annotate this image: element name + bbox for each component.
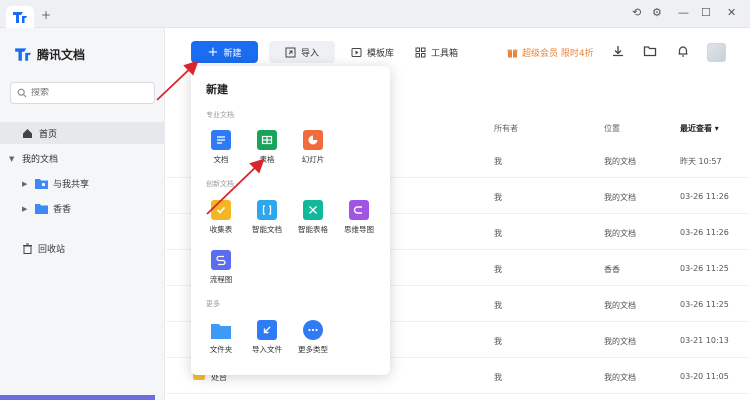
smart-doc-icon [257,200,277,220]
sidebar: 腾讯文档 首页 ▼ 我的文档 ▶ 与我共享 ▶ 香香 [0,28,165,400]
sidebar-item-trash[interactable]: 回收站 [22,242,65,255]
gift-icon [507,49,518,58]
maximize-icon[interactable]: ☐ [701,6,711,19]
section-more: 更多 [206,300,220,308]
templates-button[interactable]: 模板库 [351,46,394,59]
tencent-docs-logo-icon [13,12,27,23]
sidebar-bottom-bar [0,395,155,400]
shared-folder-icon [35,179,48,189]
title-bar: + ⟲ ⚙ — ☐ ✕ [0,0,750,28]
folder-icon [211,320,231,340]
section-pro-docs: 专业文档 [206,111,234,119]
new-smart-doc-item[interactable]: 智能文档 [244,200,290,235]
smart-sheet-icon [303,200,323,220]
avatar[interactable] [707,43,726,62]
trash-icon [23,243,32,254]
vip-promo[interactable]: 超级会员 限时4折 [507,46,594,59]
new-tab-icon[interactable]: + [41,8,51,22]
form-check-icon [211,200,231,220]
column-recent[interactable]: 最近查看 ▾ [680,123,719,134]
search-box[interactable] [10,82,155,104]
sidebar-item-folder[interactable]: ▶ 香香 [22,202,71,215]
import-file-item[interactable]: 导入文件 [244,320,290,355]
sidebar-item-label: 回收站 [38,245,66,255]
close-icon[interactable]: ✕ [727,6,736,19]
new-button[interactable]: + 新建 [191,41,258,63]
search-icon [17,88,27,98]
new-mindmap-item[interactable]: 思维导图 [336,200,382,235]
app-tab[interactable] [6,6,34,28]
column-owner[interactable]: 所有者 [494,123,518,134]
sidebar-item-home[interactable]: 首页 [0,122,164,144]
import-icon [285,47,296,57]
sidebar-item-my-docs[interactable]: ▼ 我的文档 [9,152,59,166]
flowchart-icon [211,250,231,270]
import-button[interactable]: 导入 [269,41,335,63]
search-input[interactable] [31,88,141,98]
new-slides-item[interactable]: 幻灯片 [290,130,336,165]
new-folder-item[interactable]: 文件夹 [198,320,244,355]
template-icon [351,48,362,57]
sidebar-item-label: 首页 [39,129,58,140]
folder-open-icon[interactable] [643,44,657,58]
plus-icon: + [207,44,219,60]
slides-icon [303,130,323,150]
more-icon [303,320,323,340]
chevron-right-icon[interactable]: ▶ [22,180,30,188]
settings-icon[interactable]: ⚙ [652,6,662,19]
doc-icon [211,130,231,150]
new-smart-sheet-item[interactable]: 智能表格 [290,200,336,235]
new-sheet-item[interactable]: 表格 [244,130,290,165]
column-location[interactable]: 位置 [604,123,620,134]
home-icon [23,128,32,138]
tencent-docs-logo-icon [15,48,31,61]
folder-icon [35,204,48,214]
toolbox-button[interactable]: 工具箱 [415,46,458,59]
chevron-right-icon[interactable]: ▶ [22,205,30,213]
sync-icon[interactable]: ⟲ [632,6,641,19]
new-form-item[interactable]: 收集表 [198,200,244,235]
sheet-icon [257,130,277,150]
mindmap-icon [349,200,369,220]
section-creative-docs: 创新文档 [206,180,234,188]
dropdown-title: 新建 [206,83,228,96]
minimize-icon[interactable]: — [678,6,689,19]
import-file-icon [257,320,277,340]
more-types-item[interactable]: 更多类型 [290,320,336,355]
new-dropdown-menu: 新建 专业文档 文档 表格 幻灯片 创新文档 收集表 智能文档 智能表格 思维导… [191,66,390,375]
brand: 腾讯文档 [14,45,85,63]
sidebar-item-label: 我的文档 [22,155,59,165]
sidebar-item-shared[interactable]: ▶ 与我共享 [22,177,89,190]
download-icon[interactable] [611,44,625,58]
brand-name: 腾讯文档 [37,47,86,62]
bell-icon[interactable] [676,44,690,58]
new-doc-item[interactable]: 文档 [198,130,244,165]
sidebar-item-label: 香香 [53,205,72,215]
new-flowchart-item[interactable]: 流程图 [198,250,244,285]
sidebar-item-label: 与我共享 [53,180,90,190]
grid-icon [415,47,426,58]
chevron-down-icon[interactable]: ▼ [9,155,17,163]
